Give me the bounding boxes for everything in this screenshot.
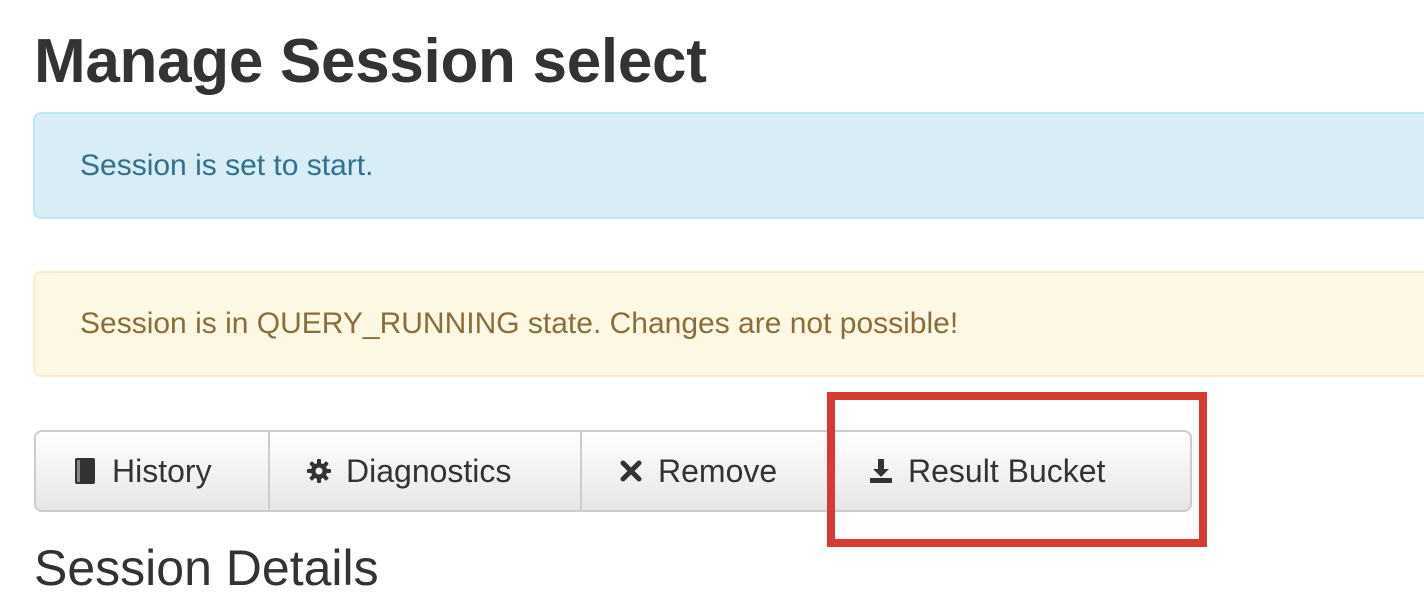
section-heading: Session Details [34,540,379,596]
diagnostics-button-label: Diagnostics [346,452,512,489]
page-title: Manage Session select [34,27,707,96]
info-alert: Session is set to start. [33,112,1424,219]
gear-icon [306,456,332,486]
info-alert-text: Session is set to start. [80,148,374,182]
book-icon [72,456,98,486]
warning-alert-text: Session is in QUERY_RUNNING state. Chang… [80,307,959,340]
remove-button-label: Remove [658,452,778,489]
highlight-annotation [827,392,1207,547]
x-icon [618,456,644,486]
page: Manage Session select Session is set to … [0,0,1424,616]
warning-alert: Session is in QUERY_RUNNING state. Chang… [33,271,1424,377]
diagnostics-button[interactable]: Diagnostics [270,432,582,510]
remove-button[interactable]: Remove [582,432,832,510]
history-button-label: History [112,452,212,489]
history-button[interactable]: History [36,432,270,510]
